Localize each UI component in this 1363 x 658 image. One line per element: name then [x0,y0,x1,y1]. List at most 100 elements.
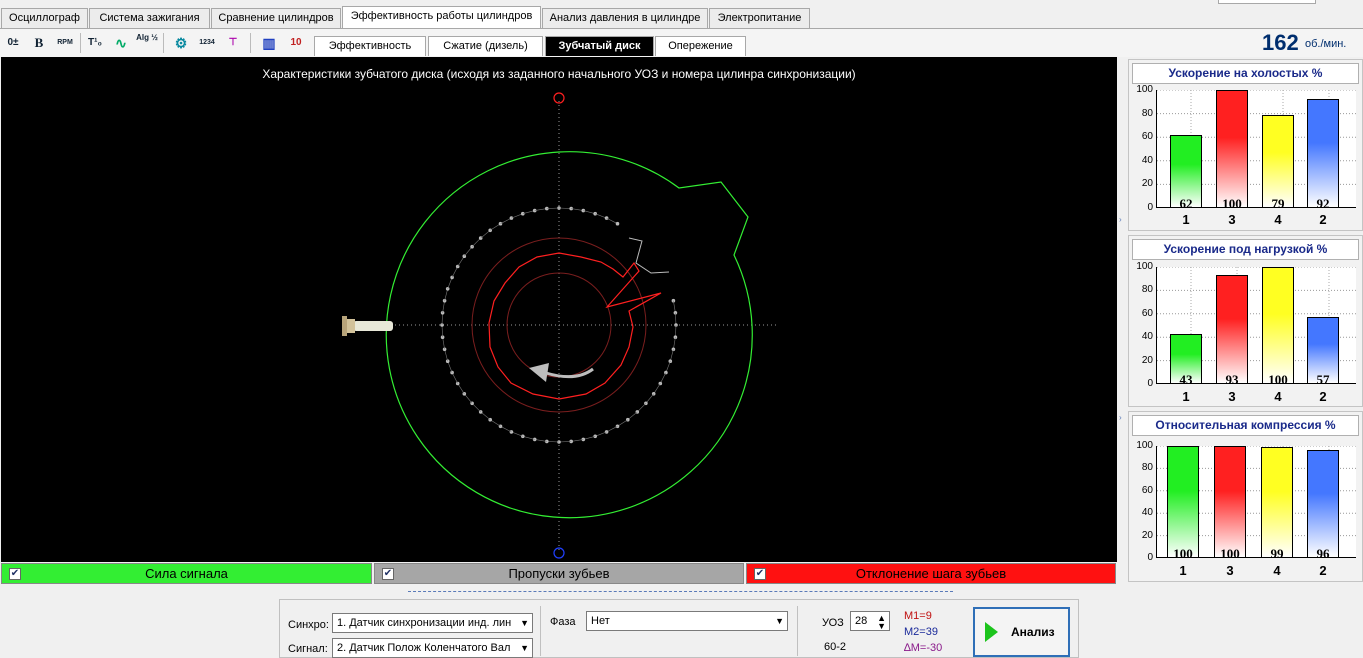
analyze-button[interactable]: Анализ [973,607,1070,657]
top-right-control[interactable] [1218,0,1316,4]
trigger-icon[interactable]: T¹₀ [84,32,106,54]
signal-strength-curve [385,151,753,519]
tooth-link [583,436,596,440]
signal-value: 2. Датчик Полож Коленчатого Вал [337,642,511,654]
checkbox-tooth-pitch-deviation[interactable]: ✔ [754,568,766,580]
tooth-link [447,361,453,373]
legend-signal-strength[interactable]: ✔ Сила сигнала [1,563,372,584]
tab-oscilloscope[interactable]: Осциллограф [1,8,88,28]
legend-missing-teeth[interactable]: ✔ Пропуски зубьев [374,563,744,584]
tooth-link [471,237,481,247]
tooth-link [675,312,677,326]
y-tick-label: 100 [1136,84,1153,95]
x-tick-label: 3 [1228,389,1236,404]
tooth-link [546,207,560,209]
tooth-link [673,300,676,313]
tooth-link [571,208,584,211]
tooth-link [645,393,654,404]
tooth-link [670,349,674,362]
bar-cylinder-2 [1307,450,1339,558]
splitter-arrow-icon[interactable]: › [1119,215,1126,224]
y-tick-label: 60 [1141,484,1153,496]
legend-tooth-pitch-deviation[interactable]: ✔ Отклонение шага зубьев [746,563,1116,584]
bar-chart-icon[interactable]: ▥ [258,32,280,54]
toolbar-separator [163,33,164,53]
bar-value-label: 43 [1179,372,1193,387]
bar-value-label: 100 [1220,546,1240,561]
subtab-compression-diesel[interactable]: Сжатие (дизель) [428,36,543,56]
tooth-link [627,411,638,420]
tab-cylinder-efficiency[interactable]: Эффективность работы цилиндров [342,6,541,29]
tooth-link [534,439,547,442]
checkbox-signal-strength[interactable]: ✔ [9,568,21,580]
sync-sensor-select[interactable]: 1. Датчик синхронизации инд. лин ▼ [332,613,533,633]
tooth-link [595,431,607,437]
rpm-icon[interactable]: RPM [54,32,76,54]
filter-icon[interactable]: ⊤ [222,32,244,54]
dropdown-arrow-icon: ▼ [775,616,784,626]
cylinder-order-icon[interactable]: 1234 [196,32,218,54]
tooth-wheel-icon[interactable]: ⚙ [170,32,192,54]
legend-label: Сила сигнала [145,566,228,581]
phase-select[interactable]: Нет ▼ [586,611,788,631]
tooth-link [451,372,458,384]
waveform-icon[interactable]: ∿ [110,32,132,54]
tab-cylinder-comparison[interactable]: Сравнение цилиндров [211,8,341,28]
m2-value: M2=39 [904,626,938,638]
x-tick-label: 2 [1319,563,1327,578]
x-tick-label: 3 [1228,212,1236,227]
phase-label: Фаза [550,616,576,628]
bar-value-label: 100 [1173,546,1193,561]
tooth-link [442,337,445,350]
bar-cylinder-3 [1216,90,1248,208]
checkbox-missing-teeth[interactable]: ✔ [382,568,394,580]
tooth-link [522,210,535,214]
spinner-arrows-icon[interactable]: ▲ ▼ [877,614,886,631]
y-tick-label: 0 [1147,552,1153,563]
bold-b-icon[interactable]: B [28,32,50,54]
subtab-tooth-disk[interactable]: Зубчатый диск [545,36,654,56]
x-tick-label: 1 [1182,389,1190,404]
bar-value-label: 100 [1268,372,1288,387]
tooth-link [606,217,618,224]
zero-offset-icon[interactable]: 0± [2,32,24,54]
x-tick-label: 2 [1319,389,1327,404]
phase-value: Нет [591,615,610,627]
tooth-link [441,312,443,326]
tooth-link [522,436,535,440]
tooth-link [558,441,572,443]
tooth-link [464,393,473,404]
tooth-disk-diagram [342,92,776,559]
x-tick-label: 1 [1179,563,1187,578]
tooth-link [471,403,481,413]
y-tick-label: 0 [1147,378,1153,389]
chart-title: Относительная компрессия % [1132,415,1359,436]
bar-value-label: 93 [1225,372,1239,387]
panel-splitter[interactable] [408,591,953,597]
tab-power-supply[interactable]: Электропитание [709,8,810,28]
delta-m-value: ∆M=-30 [904,642,943,654]
x-tick-label: 2 [1319,212,1327,227]
separator [540,606,541,656]
signal-sensor-select[interactable]: 2. Датчик Полож Коленчатого Вал ▼ [332,638,533,658]
sync-label: Синхро: [288,619,329,631]
y-tick-label: 20 [1141,529,1153,541]
y-tick-label: 40 [1141,507,1153,519]
tab-cylinder-pressure[interactable]: Анализ давления в цилиндре [542,8,708,28]
subtab-efficiency[interactable]: Эффективность [314,36,426,56]
bar-cylinder-2 [1307,99,1339,208]
uoz-spinner[interactable]: 28 ▲ ▼ [850,611,890,631]
bar-cylinder-3 [1214,446,1246,558]
algorithm-icon[interactable]: Alg ½ [136,32,158,54]
tab-ignition-system[interactable]: Система зажигания [89,8,210,28]
tooth-link [490,419,501,427]
splitter-arrow-icon[interactable]: › [1119,413,1126,422]
y-tick-label: 40 [1141,331,1153,343]
subtab-advance[interactable]: Опережение [655,36,746,56]
scale-icon[interactable]: 10 [285,32,307,54]
tooth-link [660,372,667,384]
tooth-link [441,324,443,338]
x-tick-label: 4 [1274,212,1282,227]
x-tick-label: 3 [1226,563,1234,578]
y-tick-label: 0 [1147,202,1153,213]
